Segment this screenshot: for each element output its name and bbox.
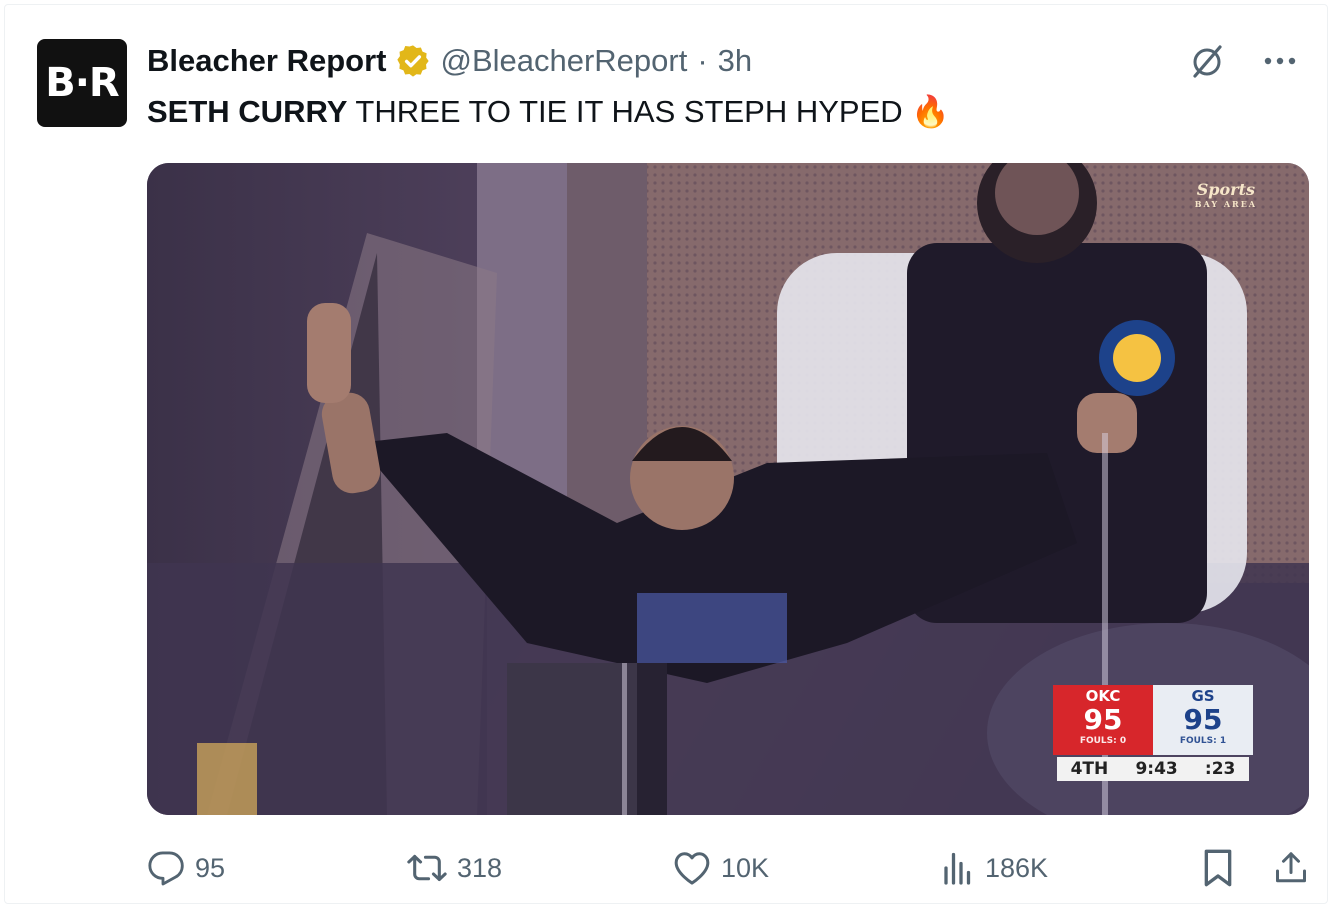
grok-icon[interactable] xyxy=(1187,41,1227,81)
header-actions xyxy=(1187,41,1297,81)
scoreboard-away: GS 95 FOULS: 1 xyxy=(1153,685,1253,755)
like-count: 10K xyxy=(721,852,770,883)
fire-emoji-icon: 🔥 xyxy=(911,94,950,129)
game-clock: 9:43 xyxy=(1135,759,1178,779)
quarter: 4TH xyxy=(1070,759,1109,779)
tweet-text: SETH CURRY THREE TO TIE IT HAS STEPH HYP… xyxy=(147,91,950,133)
separator-dot: · xyxy=(697,43,708,78)
more-icon[interactable] xyxy=(1263,56,1297,66)
retweet-icon xyxy=(407,854,447,882)
scoreboard-clock-bar: 4TH 9:43 :23 xyxy=(1057,757,1249,781)
shot-clock: :23 xyxy=(1204,759,1236,779)
like-button[interactable]: 10K xyxy=(673,843,769,893)
share-button[interactable] xyxy=(1273,843,1309,893)
timestamp[interactable]: 3h xyxy=(718,41,752,81)
views-count: 186K xyxy=(985,852,1049,883)
views-button[interactable]: 186K xyxy=(941,843,1048,893)
like-icon xyxy=(674,852,710,885)
reply-button[interactable]: 95 xyxy=(147,843,225,893)
retweet-button[interactable]: 318 xyxy=(407,843,502,893)
away-team-fouls: FOULS: 1 xyxy=(1179,736,1227,746)
reply-count: 95 xyxy=(195,852,226,883)
avatar[interactable]: B·R xyxy=(37,39,127,127)
scoreboard: OKC 95 FOULS: 0 GS 95 FOULS: 1 4TH 9:43 … xyxy=(1053,685,1253,781)
tweet-text-rest: THREE TO TIE IT HAS STEPH HYPED xyxy=(347,94,912,129)
retweet-count: 318 xyxy=(457,852,503,883)
tweet-card[interactable]: B·R Bleacher Report @BleacherReport · 3h… xyxy=(4,4,1328,904)
views-icon xyxy=(944,852,971,885)
network-logo-text: Sports xyxy=(1196,180,1255,199)
away-team-score: 95 xyxy=(1183,703,1223,736)
bookmark-icon xyxy=(1204,849,1232,887)
author-handle[interactable]: @BleacherReport xyxy=(440,41,687,81)
network-logo-sub: BAY AREA xyxy=(1194,199,1257,209)
home-team-score: 95 xyxy=(1083,703,1123,736)
tweet-header: Bleacher Report @BleacherReport · 3h xyxy=(147,41,1147,81)
author-name[interactable]: Bleacher Report xyxy=(147,41,386,81)
network-logo: Sports BAY AREA xyxy=(1194,180,1257,211)
scoreboard-home: OKC 95 FOULS: 0 xyxy=(1053,685,1153,755)
verified-badge-icon xyxy=(397,45,430,77)
reply-icon xyxy=(148,851,184,886)
tweet-text-bold: SETH CURRY xyxy=(147,94,348,129)
share-icon xyxy=(1276,852,1306,883)
tweet-actions: 95 318 10K 186K xyxy=(147,843,1317,893)
tweet-media-image[interactable]: Sports BAY AREA OKC 95 FOULS: 0 GS 95 FO… xyxy=(147,163,1309,815)
home-team-fouls: FOULS: 0 xyxy=(1079,736,1127,746)
bookmark-button[interactable] xyxy=(1201,843,1235,893)
